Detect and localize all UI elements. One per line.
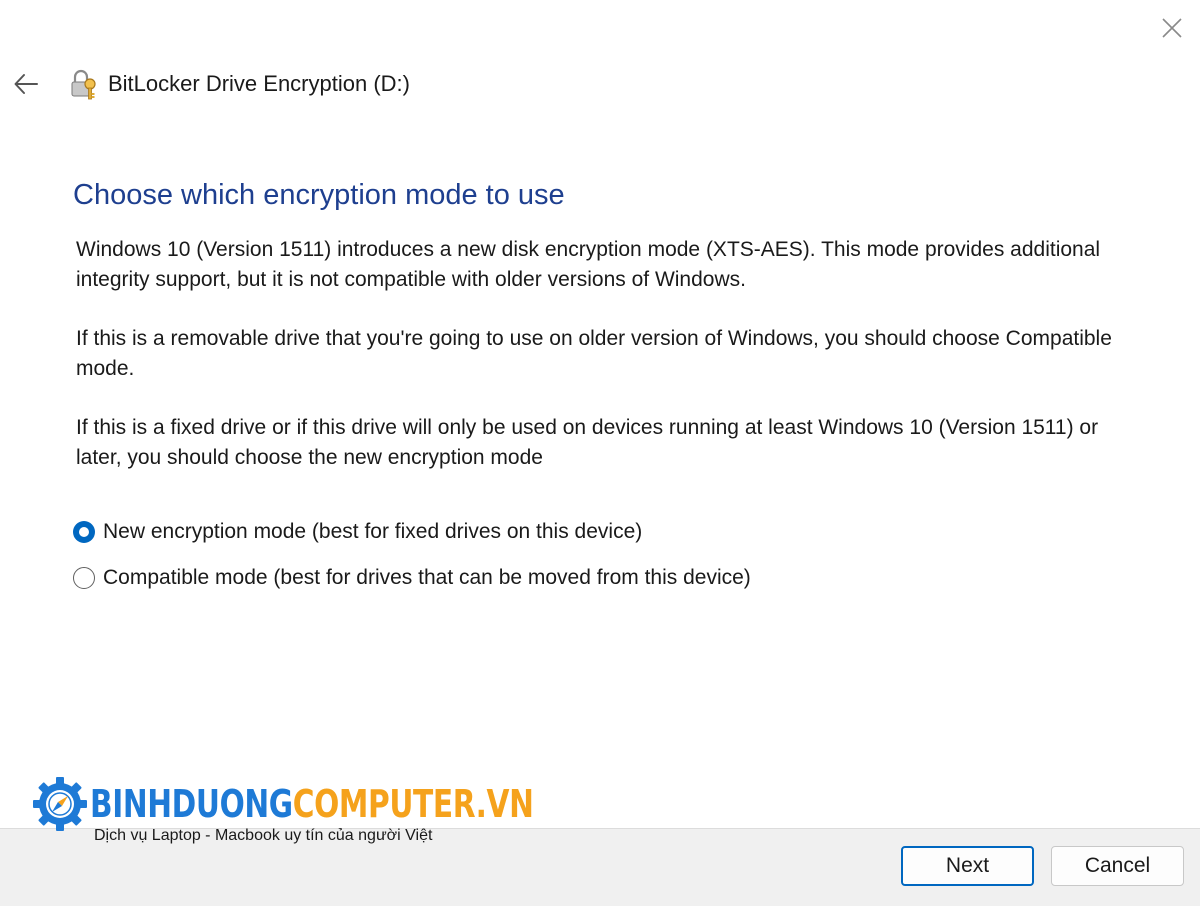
back-arrow-icon [14, 74, 38, 94]
gear-compass-icon [33, 777, 87, 831]
bitlocker-key-icon [71, 69, 96, 100]
close-button[interactable] [1158, 14, 1186, 42]
watermark-brand-part1: BINHDUONG [90, 782, 293, 826]
watermark-brand: BINHDUONGCOMPUTER.VN [90, 782, 534, 826]
radio-button-unselected[interactable] [73, 567, 95, 589]
description-paragraph: Windows 10 (Version 1511) introduces a n… [76, 238, 1101, 291]
back-button[interactable] [10, 68, 42, 100]
radio-button-selected[interactable] [73, 521, 95, 543]
watermark-brand-part2: COMPUTER.VN [292, 782, 534, 826]
option-label: Compatible mode (best for drives that ca… [103, 566, 751, 589]
cancel-button[interactable]: Cancel [1051, 846, 1184, 886]
close-icon [1162, 18, 1182, 38]
description-paragraph: If this is a fixed drive or if this driv… [76, 416, 1099, 469]
watermark-logo: BINHDUONGCOMPUTER.VN Dịch vụ Laptop - Ma… [32, 776, 534, 846]
option-label: New encryption mode (best for fixed driv… [103, 520, 643, 543]
next-button[interactable]: Next [901, 846, 1034, 886]
description-paragraph: If this is a removable drive that you're… [76, 327, 1112, 380]
watermark-slogan: Dịch vụ Laptop - Macbook uy tín của ngườ… [94, 827, 433, 844]
page-title: Choose which encryption mode to use [73, 179, 565, 212]
compatible-mode-option[interactable]: Compatible mode (best for drives that ca… [73, 566, 751, 590]
new-encryption-mode-option[interactable]: New encryption mode (best for fixed driv… [73, 520, 642, 544]
window-header: BitLocker Drive Encryption (D:) [10, 62, 410, 106]
window-title: BitLocker Drive Encryption (D:) [108, 71, 410, 96]
